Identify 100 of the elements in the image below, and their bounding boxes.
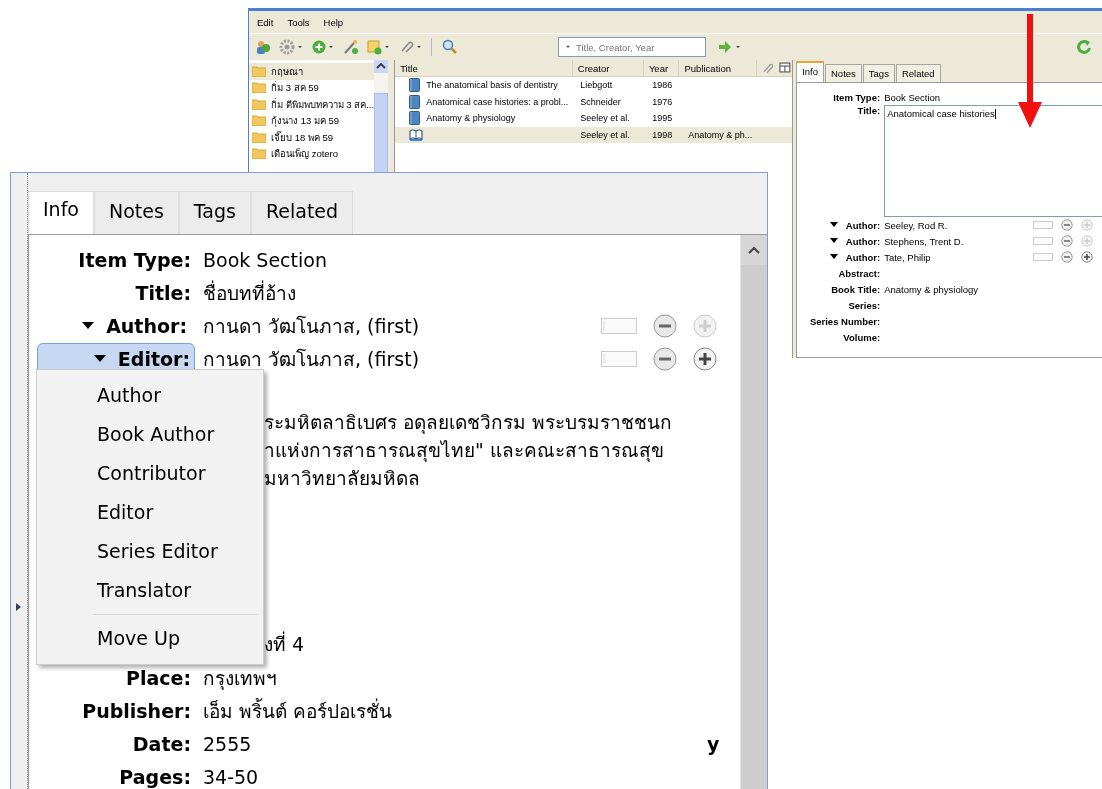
item-row[interactable]: Seeley et al. 1998 Anatomy & ph... xyxy=(395,126,793,143)
item-row[interactable]: Anatomy & physiology Seeley et al. 1995 xyxy=(395,110,793,127)
field-value[interactable]: Book Section xyxy=(884,91,941,103)
field-value[interactable]: าแห่งการสาธารณสุขไทย" และคณะสาธารณสุข xyxy=(264,436,740,464)
field-label: Item Type: xyxy=(77,248,191,271)
plus-icon[interactable] xyxy=(693,346,717,371)
tab[interactable]: Info xyxy=(28,191,94,234)
field-value[interactable]: งที่ 4 xyxy=(264,628,740,661)
item-year: 1986 xyxy=(651,80,674,91)
field-label: Publisher: xyxy=(81,699,191,722)
paperclip-icon[interactable] xyxy=(760,62,775,74)
expand-triangle-icon[interactable] xyxy=(829,238,838,244)
menu-item[interactable]: Author xyxy=(37,376,257,415)
field-label: Title: xyxy=(856,105,882,116)
menu-item[interactable]: Help xyxy=(323,16,344,28)
field-mode-icon[interactable] xyxy=(601,350,637,367)
search-icon[interactable] xyxy=(442,39,458,55)
field-value[interactable]: Book Section xyxy=(203,248,327,271)
menu-item[interactable]: Contributor xyxy=(37,454,257,493)
settings-icon[interactable] xyxy=(279,39,303,55)
item-creator: Seeley et al. xyxy=(579,129,631,140)
book-icon xyxy=(409,78,421,93)
field-value[interactable]: เอ็ม พริ้นต์ คอร์ปอเรชั่น xyxy=(203,695,393,726)
item-row[interactable]: The anatomical basis of dentistry Liebgott 1986 xyxy=(395,77,793,94)
creator-role[interactable]: Author: xyxy=(845,235,881,247)
creator-name[interactable]: กานดา วัฒโนภาส, (first) xyxy=(203,343,420,374)
minus-icon[interactable] xyxy=(1061,235,1074,247)
menu-item[interactable]: Tools xyxy=(287,16,310,28)
scroll-up-icon[interactable] xyxy=(374,60,389,73)
tab[interactable]: Tags xyxy=(178,191,251,234)
column-header[interactable]: Creator xyxy=(572,60,644,76)
expand-triangle-icon[interactable] xyxy=(93,354,106,363)
paperclip-icon[interactable] xyxy=(399,39,423,55)
splitter-arrow-icon[interactable] xyxy=(16,603,22,611)
new-item-icon[interactable] xyxy=(311,39,335,55)
expand-triangle-icon[interactable] xyxy=(829,222,838,228)
minus-icon[interactable] xyxy=(653,346,677,371)
collection-item[interactable]: กุ้งนาง 13 มค 59 xyxy=(249,112,375,129)
book-icon xyxy=(409,111,421,126)
sync-icon[interactable] xyxy=(1077,39,1091,55)
scrollbar[interactable] xyxy=(740,235,767,789)
menu-item[interactable]: Series Editor xyxy=(37,532,257,571)
tab[interactable]: Info xyxy=(796,61,824,82)
field-label: Date: xyxy=(131,732,191,755)
column-header[interactable]: Publication xyxy=(679,60,757,76)
field-value[interactable]: มหาวิทยาลัยมหิดล xyxy=(264,464,740,492)
collection-item[interactable]: กฤษณา xyxy=(249,63,375,80)
folder-icon xyxy=(252,148,266,160)
plus-icon[interactable] xyxy=(1081,251,1094,263)
expand-triangle-icon[interactable] xyxy=(82,321,95,330)
menu-item[interactable]: Editor xyxy=(37,493,257,532)
item-row[interactable]: Anatomical case histories: a probl... Schneider 1976 xyxy=(395,93,793,110)
expand-triangle-icon[interactable] xyxy=(829,254,838,260)
field-mode-icon[interactable] xyxy=(601,317,637,334)
minus-icon[interactable] xyxy=(1061,251,1074,263)
creator-role[interactable]: Author: xyxy=(845,251,881,263)
field-mode-icon[interactable] xyxy=(1033,221,1054,229)
minus-icon[interactable] xyxy=(653,313,677,338)
menu-item[interactable]: Edit xyxy=(257,16,274,28)
creator-type-button[interactable]: Author: xyxy=(29,314,191,337)
menu-item[interactable]: Move Up xyxy=(37,619,257,658)
tab[interactable]: Related xyxy=(250,191,354,234)
field-value[interactable]: กรุงเทพฯ xyxy=(203,662,277,693)
tab[interactable]: Notes xyxy=(825,64,862,82)
menu-item[interactable]: Book Author xyxy=(37,415,257,454)
field-label: Place: xyxy=(125,666,191,689)
field-mode-icon[interactable] xyxy=(1033,237,1054,245)
collection-item[interactable]: เดือนเพ็ญ zotero xyxy=(249,145,375,162)
collection-item[interactable]: กิ่ม ตีพิมพบทความ 3 สค... xyxy=(249,96,375,113)
field-mode-icon[interactable] xyxy=(1033,253,1054,261)
book-icon xyxy=(409,94,421,109)
creator-name[interactable]: Tate, Philip xyxy=(884,251,931,263)
minus-icon[interactable] xyxy=(1061,219,1074,231)
tab[interactable]: Related xyxy=(895,64,941,82)
creator-name[interactable]: Seeley, Rod R. xyxy=(884,219,948,231)
people-icon[interactable] xyxy=(255,39,271,55)
forward-arrow-icon[interactable] xyxy=(718,39,742,55)
field-value[interactable]: 34-50 xyxy=(203,765,259,788)
tab[interactable]: Tags xyxy=(862,64,895,82)
collection-item[interactable]: กิ่ม 3 สค 59 xyxy=(249,79,375,96)
column-header[interactable]: Title xyxy=(395,60,573,76)
wand-icon[interactable] xyxy=(343,39,359,55)
field-value[interactable]: ชื่อบทที่อ้าง xyxy=(203,277,296,308)
folder-icon xyxy=(252,82,266,94)
scroll-up-icon[interactable] xyxy=(747,245,761,255)
creator-role[interactable]: Author: xyxy=(845,219,881,231)
tab[interactable]: Notes xyxy=(93,191,179,234)
column-picker-icon[interactable] xyxy=(778,62,793,74)
creator-name[interactable]: Stephens, Trent D. xyxy=(884,235,964,247)
folder-icon xyxy=(252,115,266,127)
field-value[interactable]: ระมหิตลาธิเบศร อดุลยเดชวิกรม พระบรมราชชนก xyxy=(264,408,740,436)
field-label: Abstract: xyxy=(837,267,882,279)
collection-item[interactable]: เจี๊ยบ 18 พค 59 xyxy=(249,129,375,146)
field-value[interactable]: Anatomy & physiology xyxy=(884,283,979,295)
field-value[interactable]: 2555 xyxy=(203,732,252,755)
new-note-icon[interactable] xyxy=(367,39,391,55)
creator-name[interactable]: กานดา วัฒโนภาส, (first) xyxy=(203,310,420,341)
field-label: Series Number: xyxy=(808,315,882,327)
menu-item[interactable]: Translator xyxy=(37,571,257,610)
column-header[interactable]: Year xyxy=(643,60,680,76)
